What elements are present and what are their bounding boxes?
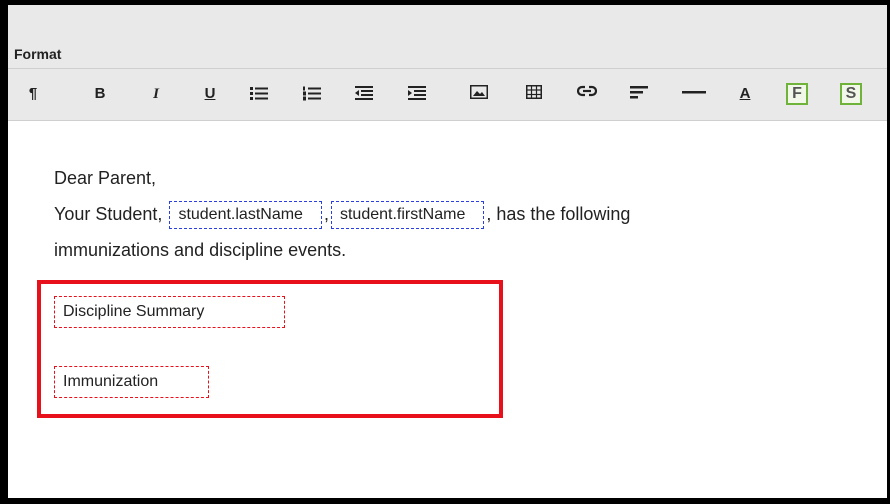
insert-table-button[interactable] [523, 83, 545, 105]
first-name-field[interactable]: student.firstName [330, 201, 485, 230]
student-line: Your Student, student.lastName, student.f… [54, 196, 630, 232]
bullet-list-icon [250, 87, 268, 100]
window-border-left [0, 0, 8, 504]
window-border-top [0, 0, 890, 5]
numbered-list-icon [303, 86, 321, 101]
paragraph-button[interactable]: ¶ [23, 83, 43, 105]
insert-subreport-button[interactable]: S [840, 83, 862, 105]
student-line-prefix: Your Student, [54, 204, 168, 224]
bold-button[interactable]: B [90, 83, 110, 105]
greeting-line: Dear Parent, [54, 168, 157, 188]
discipline-summary-subreport[interactable]: Discipline Summary [54, 296, 285, 328]
subreport-icon: S [845, 85, 857, 102]
letter-body[interactable]: Dear Parent, Your Student, student.lastN… [54, 160, 630, 268]
underline-button[interactable]: U [200, 83, 220, 105]
last-name-field[interactable]: student.lastName [169, 201, 322, 230]
toolbar-divider-top [8, 68, 887, 69]
outdent-icon [355, 86, 373, 100]
align-left-icon [630, 86, 648, 99]
name-separator: , [323, 204, 329, 224]
image-icon [470, 85, 488, 99]
insert-link-button[interactable] [575, 83, 599, 105]
horizontal-rule-button[interactable] [681, 83, 707, 105]
link-icon [577, 85, 597, 97]
font-color-icon: A [739, 85, 751, 102]
bullet-list-button[interactable] [248, 83, 270, 105]
indent-button[interactable] [406, 83, 428, 105]
student-line-suffix: , has the following [486, 204, 631, 224]
outdent-button[interactable] [353, 83, 375, 105]
align-button[interactable] [628, 83, 650, 105]
immunization-subreport[interactable]: Immunization [54, 366, 209, 398]
format-label: Format [14, 46, 62, 62]
paragraph-icon: ¶ [28, 85, 38, 102]
window-border-bottom [0, 498, 890, 504]
field-icon: F [792, 85, 802, 102]
bold-icon: B [94, 85, 106, 102]
table-icon [526, 85, 542, 99]
events-line: immunizations and discipline events. [54, 240, 347, 260]
formatting-toolbar: ¶ B I U A F S [8, 70, 887, 120]
underline-icon: U [204, 85, 216, 102]
horizontal-rule-icon [682, 91, 706, 94]
editor-window: Format ¶ B I U A F S Dear Parent, Your S… [0, 0, 890, 504]
indent-icon [408, 86, 426, 100]
italic-icon: I [153, 86, 159, 102]
italic-button[interactable]: I [146, 83, 166, 105]
insert-image-button[interactable] [468, 83, 490, 105]
numbered-list-button[interactable] [301, 83, 323, 105]
font-color-button[interactable]: A [735, 83, 755, 105]
insert-field-button[interactable]: F [786, 83, 808, 105]
